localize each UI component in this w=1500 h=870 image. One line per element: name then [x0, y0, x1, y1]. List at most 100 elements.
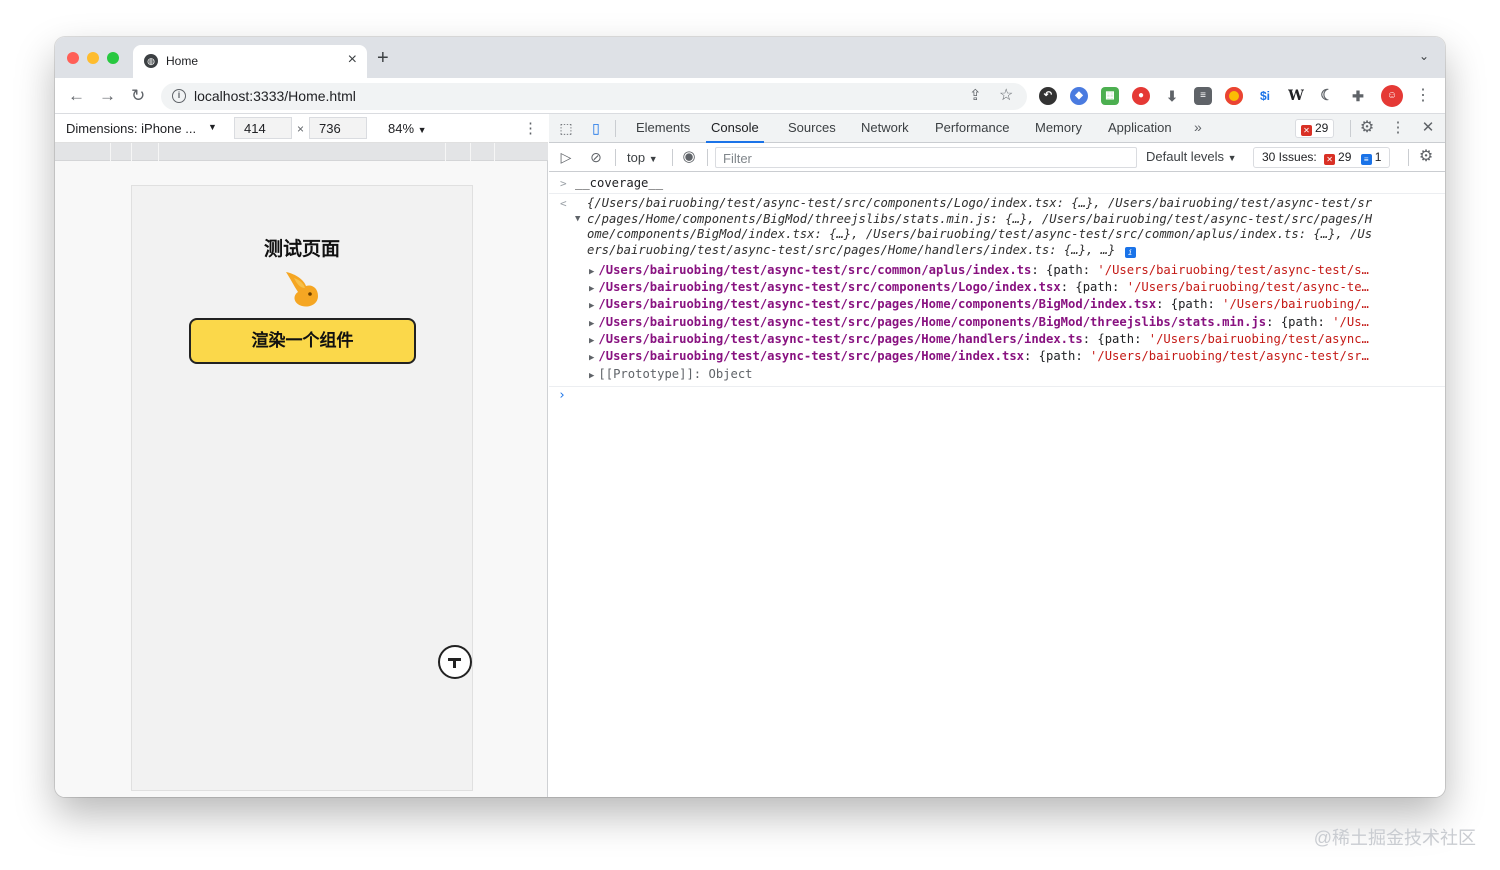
bookmark-star-icon[interactable]: ☆ — [999, 85, 1013, 105]
ruler-segment[interactable] — [158, 143, 159, 161]
expand-triangle-icon[interactable]: ▼ — [575, 214, 580, 224]
sidebar-toggle-icon[interactable]: ▷ — [557, 148, 575, 166]
console-result[interactable]: < ▼ {/Users/bairuobing/test/async-test/s… — [549, 196, 1445, 262]
tab-console[interactable]: Console — [706, 114, 764, 143]
tab-application[interactable]: Application — [1108, 114, 1172, 143]
extension-icon-8[interactable]: $i — [1256, 87, 1274, 105]
window-minimize-button[interactable] — [87, 52, 99, 64]
object-entry[interactable]: ▶ /Users/bairuobing/test/async-test/src/p… — [549, 297, 1445, 314]
entry-punct: : {path: — [1031, 263, 1098, 277]
settings-gear-icon[interactable]: ⚙ — [1358, 119, 1376, 137]
extension-icon-3[interactable]: ▦ — [1101, 87, 1119, 105]
extension-icon-7[interactable] — [1225, 87, 1243, 105]
reload-icon[interactable]: ↻ — [131, 86, 145, 106]
back-icon[interactable]: ← — [68, 86, 85, 106]
zoom-select[interactable]: 84% ▼ — [388, 121, 427, 136]
extension-icon-6[interactable]: ≡ — [1194, 87, 1212, 105]
window-maximize-button[interactable] — [107, 52, 119, 64]
separator — [707, 149, 708, 166]
devtools-more-icon[interactable]: ⋮ — [1389, 119, 1407, 137]
close-devtools-icon[interactable]: ✕ — [1419, 119, 1437, 137]
devtools-tab-bar: ⬚ ▯ Elements Console Sources Network Per… — [549, 114, 1445, 143]
extension-icon-2[interactable]: ◆ — [1070, 87, 1088, 105]
collapsed-triangle-icon[interactable]: ▶ — [589, 371, 594, 381]
console-filter-input[interactable]: Filter — [715, 147, 1137, 168]
info-icon[interactable]: i — [172, 89, 186, 103]
forward-icon[interactable]: → — [99, 86, 116, 106]
tab-performance[interactable]: Performance — [935, 114, 1009, 143]
ruler-segment[interactable] — [110, 143, 111, 161]
dimensions-caret-icon[interactable]: ▼ — [208, 122, 217, 132]
tab-network[interactable]: Network — [861, 114, 909, 143]
extension-icon-1[interactable]: ↶ — [1039, 87, 1057, 105]
more-vertical-icon[interactable]: ⋮ — [1415, 85, 1431, 105]
object-entry[interactable]: ▶ /Users/bairuobing/test/async-test/src/c… — [549, 280, 1445, 297]
profile-avatar[interactable]: ☺ — [1381, 85, 1403, 107]
height-input[interactable]: 736 — [309, 117, 367, 139]
entry-value: '/Users/bairuobing/test/async-test/sr… — [1090, 349, 1369, 363]
url-text[interactable]: localhost:3333/Home.html — [194, 88, 356, 104]
console-prompt-row[interactable]: › — [549, 388, 1445, 408]
prototype-text: [[Prototype]]: Object — [598, 367, 753, 381]
context-select[interactable]: top ▼ — [627, 150, 658, 165]
collapsed-triangle-icon[interactable]: ▶ — [589, 319, 594, 329]
new-tab-button[interactable]: + — [377, 47, 389, 70]
entry-key: /Users/bairuobing/test/async-test/src/pa… — [598, 332, 1083, 346]
back-to-top-button[interactable] — [438, 645, 472, 679]
object-entry[interactable]: ▶ /Users/bairuobing/test/async-test/src/p… — [549, 315, 1445, 332]
object-entry[interactable]: ▶ /Users/bairuobing/test/async-test/src/c… — [549, 263, 1445, 280]
separator — [1350, 120, 1351, 137]
collapsed-triangle-icon[interactable]: ▶ — [589, 353, 594, 363]
live-expression-eye-icon[interactable]: ◉ — [680, 148, 698, 166]
window-close-button[interactable] — [67, 52, 79, 64]
swap-dimensions-icon[interactable]: × — [297, 122, 304, 136]
device-more-icon[interactable]: ⋮ — [523, 119, 538, 137]
render-component-button[interactable]: 渲染一个组件 — [189, 318, 416, 364]
download-icon[interactable]: ⬇ — [1163, 87, 1181, 105]
separator — [1408, 149, 1409, 166]
entry-key: /Users/bairuobing/test/async-test/src/pa… — [598, 315, 1267, 329]
tab-memory[interactable]: Memory — [1035, 114, 1082, 143]
collapsed-triangle-icon[interactable]: ▶ — [589, 267, 594, 277]
ruler-segment[interactable] — [494, 143, 495, 161]
error-count-badge[interactable]: ✕ 29 — [1295, 119, 1335, 138]
media-query-ruler[interactable] — [55, 143, 548, 161]
share-icon[interactable]: ⇪ — [969, 86, 982, 104]
entry-key: /Users/bairuobing/test/async-test/src/pa… — [598, 349, 1024, 363]
width-input[interactable]: 414 — [234, 117, 292, 139]
extension-icon-10[interactable]: ☾ — [1318, 87, 1336, 105]
prototype-entry[interactable]: ▶ [[Prototype]]: Object — [549, 367, 1445, 384]
console-settings-icon[interactable]: ⚙ — [1417, 148, 1435, 166]
puzzle-icon[interactable]: ✚ — [1349, 87, 1367, 105]
ruler-segment[interactable] — [445, 143, 446, 161]
separator — [549, 386, 1445, 387]
object-entry[interactable]: ▶ /Users/bairuobing/test/async-test/src/p… — [549, 332, 1445, 349]
wikipedia-icon[interactable]: W — [1287, 87, 1305, 105]
log-levels-select[interactable]: Default levels ▼ — [1146, 149, 1237, 164]
issues-button[interactable]: 30 Issues: ✕ 29 ≡ 1 — [1253, 147, 1391, 168]
collapsed-triangle-icon[interactable]: ▶ — [589, 301, 594, 311]
collapsed-triangle-icon[interactable]: ▶ — [589, 336, 594, 346]
prompt-chevron-icon: › — [558, 388, 566, 403]
tab-close-icon[interactable]: × — [348, 51, 357, 69]
separator — [549, 193, 1445, 194]
tab-sources[interactable]: Sources — [788, 114, 836, 143]
ruler-segment[interactable] — [131, 143, 132, 161]
tab-search-icon[interactable]: ⌄ — [1419, 49, 1429, 63]
clear-console-icon[interactable]: ⊘ — [587, 148, 605, 166]
tab-elements[interactable]: Elements — [636, 114, 690, 143]
object-info-icon[interactable]: i — [1124, 247, 1136, 258]
browser-tab-home[interactable]: ◍ Home × — [133, 45, 367, 78]
address-bar[interactable]: i localhost:3333/Home.html ⇪ ☆ — [161, 83, 1027, 110]
device-toggle-icon[interactable]: ▯ — [587, 119, 605, 137]
inspect-element-icon[interactable]: ⬚ — [557, 119, 575, 137]
object-entry[interactable]: ▶ /Users/bairuobing/test/async-test/src/p… — [549, 349, 1445, 366]
dimensions-select[interactable]: Dimensions: iPhone ... — [66, 121, 196, 136]
error-icon: ✕ — [1301, 125, 1312, 136]
ruler-segment[interactable] — [470, 143, 471, 161]
extension-icon-4[interactable]: ● — [1132, 87, 1150, 105]
entry-value: '/Users/bairuobing/test/async-test/s… — [1097, 263, 1369, 277]
more-tabs-icon[interactable]: » — [1194, 119, 1202, 135]
collapsed-triangle-icon[interactable]: ▶ — [589, 284, 594, 294]
levels-caret-icon: ▼ — [1227, 153, 1237, 163]
